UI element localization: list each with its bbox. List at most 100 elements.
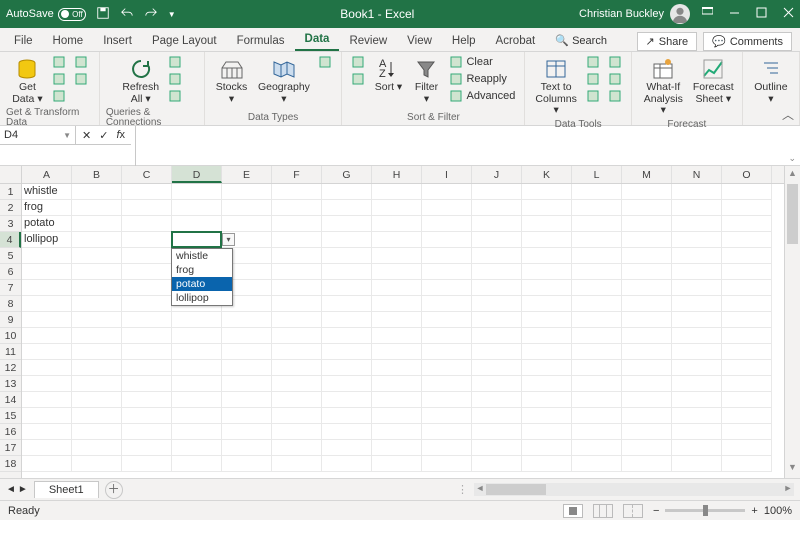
- column-header-L[interactable]: L: [572, 166, 622, 183]
- data-val-button[interactable]: [583, 88, 603, 104]
- cell-O8[interactable]: [722, 296, 772, 312]
- cell-I5[interactable]: [422, 248, 472, 264]
- cell-A18[interactable]: [22, 456, 72, 472]
- row-header-13[interactable]: 13: [0, 376, 21, 392]
- cell-G1[interactable]: [322, 184, 372, 200]
- cell-O13[interactable]: [722, 376, 772, 392]
- cell-B11[interactable]: [72, 344, 122, 360]
- cell-K12[interactable]: [522, 360, 572, 376]
- cell-J3[interactable]: [472, 216, 522, 232]
- close-icon[interactable]: [783, 7, 794, 21]
- cell-L1[interactable]: [572, 184, 622, 200]
- cell-H9[interactable]: [372, 312, 422, 328]
- row-header-1[interactable]: 1: [0, 184, 21, 200]
- cell-H16[interactable]: [372, 424, 422, 440]
- search-tab[interactable]: 🔍 Search: [545, 30, 617, 51]
- cell-F12[interactable]: [272, 360, 322, 376]
- cell-A1[interactable]: whistle: [22, 184, 72, 200]
- cell-C12[interactable]: [122, 360, 172, 376]
- save-icon[interactable]: [96, 6, 110, 23]
- cell-K7[interactable]: [522, 280, 572, 296]
- cell-dropdown-button[interactable]: ▾: [222, 233, 235, 246]
- remove-dup-button[interactable]: [583, 71, 603, 87]
- cell-L8[interactable]: [572, 296, 622, 312]
- cell-F1[interactable]: [272, 184, 322, 200]
- collapse-ribbon-icon[interactable]: ︿: [782, 106, 794, 123]
- cell-E10[interactable]: [222, 328, 272, 344]
- column-header-I[interactable]: I: [422, 166, 472, 183]
- formula-bar[interactable]: ⌄: [135, 126, 800, 166]
- cell-M12[interactable]: [622, 360, 672, 376]
- cell-B13[interactable]: [72, 376, 122, 392]
- cell-C11[interactable]: [122, 344, 172, 360]
- cell-B8[interactable]: [72, 296, 122, 312]
- cell-I18[interactable]: [422, 456, 472, 472]
- cell-M4[interactable]: [622, 232, 672, 248]
- cell-D13[interactable]: [172, 376, 222, 392]
- queries-button[interactable]: [165, 54, 185, 70]
- cell-E13[interactable]: [222, 376, 272, 392]
- cell-C7[interactable]: [122, 280, 172, 296]
- cell-M9[interactable]: [622, 312, 672, 328]
- cell-G13[interactable]: [322, 376, 372, 392]
- cell-L5[interactable]: [572, 248, 622, 264]
- cell-G16[interactable]: [322, 424, 372, 440]
- cell-G8[interactable]: [322, 296, 372, 312]
- tab-review[interactable]: Review: [339, 31, 397, 51]
- cell-A17[interactable]: [22, 440, 72, 456]
- column-header-N[interactable]: N: [672, 166, 722, 183]
- text-to-columns-button[interactable]: Text toColumns ▾: [531, 54, 580, 119]
- row-header-2[interactable]: 2: [0, 200, 21, 216]
- cell-M3[interactable]: [622, 216, 672, 232]
- cell-N11[interactable]: [672, 344, 722, 360]
- cell-C1[interactable]: [122, 184, 172, 200]
- row-header-16[interactable]: 16: [0, 424, 21, 440]
- tab-acrobat[interactable]: Acrobat: [486, 31, 546, 51]
- cell-G2[interactable]: [322, 200, 372, 216]
- cell-O10[interactable]: [722, 328, 772, 344]
- cell-J9[interactable]: [472, 312, 522, 328]
- cell-D14[interactable]: [172, 392, 222, 408]
- cell-J4[interactable]: [472, 232, 522, 248]
- cell-J17[interactable]: [472, 440, 522, 456]
- cell-I15[interactable]: [422, 408, 472, 424]
- tab-data[interactable]: Data: [295, 29, 340, 51]
- cell-I14[interactable]: [422, 392, 472, 408]
- column-header-K[interactable]: K: [522, 166, 572, 183]
- cell-J14[interactable]: [472, 392, 522, 408]
- cell-A11[interactable]: [22, 344, 72, 360]
- comments-button[interactable]: 💬 Comments: [703, 32, 792, 51]
- sheet-next-icon[interactable]: ►: [18, 484, 28, 495]
- cell-E12[interactable]: [222, 360, 272, 376]
- cell-G9[interactable]: [322, 312, 372, 328]
- what-if-button[interactable]: What-IfAnalysis ▾: [638, 54, 689, 119]
- cell-A14[interactable]: [22, 392, 72, 408]
- cell-I16[interactable]: [422, 424, 472, 440]
- cell-N6[interactable]: [672, 264, 722, 280]
- row-header-5[interactable]: 5: [0, 248, 21, 264]
- column-header-A[interactable]: A: [22, 166, 72, 183]
- cell-I1[interactable]: [422, 184, 472, 200]
- row-header-18[interactable]: 18: [0, 456, 21, 472]
- reapply-button[interactable]: Reapply: [446, 71, 518, 87]
- row-header-7[interactable]: 7: [0, 280, 21, 296]
- vertical-scrollbar[interactable]: ▲ ▼: [784, 166, 800, 478]
- dropdown-option[interactable]: lollipop: [172, 291, 232, 305]
- cell-O15[interactable]: [722, 408, 772, 424]
- cell-O4[interactable]: [722, 232, 772, 248]
- cell-E11[interactable]: [222, 344, 272, 360]
- user-account[interactable]: Christian Buckley: [579, 4, 690, 24]
- cell-A12[interactable]: [22, 360, 72, 376]
- cell-A16[interactable]: [22, 424, 72, 440]
- cell-G10[interactable]: [322, 328, 372, 344]
- cell-M16[interactable]: [622, 424, 672, 440]
- cell-J12[interactable]: [472, 360, 522, 376]
- cell-L9[interactable]: [572, 312, 622, 328]
- cell-J5[interactable]: [472, 248, 522, 264]
- cell-M5[interactable]: [622, 248, 672, 264]
- cell-N13[interactable]: [672, 376, 722, 392]
- cell-N4[interactable]: [672, 232, 722, 248]
- sheet-prev-icon[interactable]: ◄: [6, 484, 16, 495]
- cell-H3[interactable]: [372, 216, 422, 232]
- cell-D1[interactable]: [172, 184, 222, 200]
